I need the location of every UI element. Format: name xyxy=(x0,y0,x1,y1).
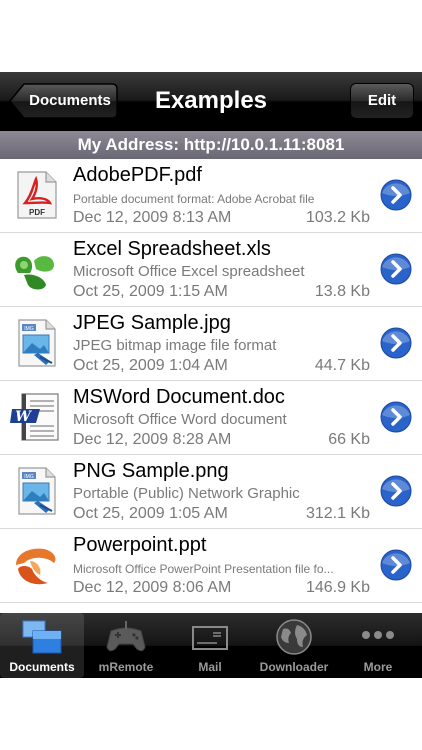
file-row[interactable]: Excel Spreadsheet.xls Microsoft Office E… xyxy=(0,233,422,307)
file-row[interactable]: Powerpoint.ppt Microsoft Office PowerPoi… xyxy=(0,529,422,603)
file-description: Portable document format: Adobe Acrobat … xyxy=(73,192,315,206)
file-date: Dec 12, 2009 8:28 AM xyxy=(73,431,232,448)
documents-icon xyxy=(22,620,62,654)
file-name: PNG Sample.png xyxy=(73,460,229,482)
file-name: Powerpoint.ppt xyxy=(73,534,207,556)
tab-label: Documents xyxy=(9,660,75,674)
file-date: Oct 25, 2009 1:04 AM xyxy=(73,357,228,374)
page-title: Examples xyxy=(154,87,268,114)
back-button-label: Documents xyxy=(29,92,111,109)
file-description: Portable (Public) Network Graphic xyxy=(73,485,300,502)
tab-bar: Documents mRemote Mail Downloader More xyxy=(0,613,422,678)
powerpoint-file-icon xyxy=(16,548,56,585)
svg-text:IMG: IMG xyxy=(24,474,34,480)
file-name: JPEG Sample.jpg xyxy=(73,312,231,334)
image-file-icon: IMG xyxy=(18,467,56,515)
navigation-bar: Documents Examples Edit xyxy=(0,72,422,131)
tab-mremote[interactable]: mRemote xyxy=(84,613,168,678)
file-description: Microsoft Office Excel spreadsheet xyxy=(73,263,305,280)
tab-more[interactable]: More xyxy=(336,613,420,678)
chevron-right-icon[interactable] xyxy=(380,253,412,285)
file-list: PDF AdobePDF.pdf Portable document forma… xyxy=(0,159,422,603)
file-size: 66 Kb xyxy=(328,431,370,448)
file-size: 44.7 Kb xyxy=(314,357,370,374)
file-description: Microsoft Office PowerPoint Presentation… xyxy=(73,562,334,576)
tab-mail[interactable]: Mail xyxy=(168,613,252,678)
file-date: Dec 12, 2009 8:13 AM xyxy=(73,209,232,226)
chevron-right-icon[interactable] xyxy=(380,475,412,507)
file-name: MSWord Document.doc xyxy=(73,386,285,408)
file-description: Microsoft Office Word document xyxy=(73,411,287,428)
pdf-file-icon: PDF xyxy=(17,171,57,219)
chevron-right-icon[interactable] xyxy=(380,401,412,433)
edit-button[interactable]: Edit xyxy=(350,83,414,119)
tab-label: mRemote xyxy=(98,660,154,674)
file-size: 146.9 Kb xyxy=(305,579,370,596)
file-date: Oct 25, 2009 1:15 AM xyxy=(73,283,228,300)
word-file-icon: W xyxy=(10,393,59,441)
tab-downloader[interactable]: Downloader xyxy=(252,613,336,678)
back-button[interactable]: Documents xyxy=(8,83,118,119)
file-row[interactable]: W MSWord Document.doc Microsoft Office W… xyxy=(0,381,422,455)
globe-icon xyxy=(276,619,312,655)
file-description: JPEG bitmap image file format xyxy=(73,337,277,354)
tab-documents[interactable]: Documents xyxy=(0,613,84,678)
chevron-right-icon[interactable] xyxy=(380,549,412,581)
svg-text:IMG: IMG xyxy=(24,326,34,332)
excel-file-icon xyxy=(15,256,54,290)
file-row[interactable]: PDF AdobePDF.pdf Portable document forma… xyxy=(0,159,422,233)
file-name: Excel Spreadsheet.xls xyxy=(73,238,271,260)
file-row[interactable]: IMG PNG Sample.png Portable (Public) Net… xyxy=(0,455,422,529)
chevron-right-icon[interactable] xyxy=(380,327,412,359)
tab-label: Mail xyxy=(198,660,222,674)
server-address-bar: My Address: http://10.0.1.11:8081 xyxy=(0,131,422,159)
more-icon xyxy=(362,631,394,639)
file-name: AdobePDF.pdf xyxy=(73,164,202,186)
file-size: 13.8 Kb xyxy=(314,283,370,300)
tab-label: Downloader xyxy=(259,660,329,674)
file-date: Oct 25, 2009 1:05 AM xyxy=(73,505,228,522)
file-size: 103.2 Kb xyxy=(305,209,370,226)
mail-icon xyxy=(192,626,228,650)
file-date: Dec 12, 2009 8:06 AM xyxy=(73,579,232,596)
tab-label: More xyxy=(363,660,393,674)
svg-text:PDF: PDF xyxy=(29,208,45,217)
app-screen: Documents Examples Edit My Address: http… xyxy=(0,72,422,678)
chevron-right-icon[interactable] xyxy=(380,179,412,211)
svg-text:W: W xyxy=(15,409,32,425)
file-size: 312.1 Kb xyxy=(305,505,370,522)
image-file-icon: IMG xyxy=(18,319,56,367)
file-row[interactable]: IMG JPEG Sample.jpg JPEG bitmap image fi… xyxy=(0,307,422,381)
gamepad-icon xyxy=(106,621,146,652)
